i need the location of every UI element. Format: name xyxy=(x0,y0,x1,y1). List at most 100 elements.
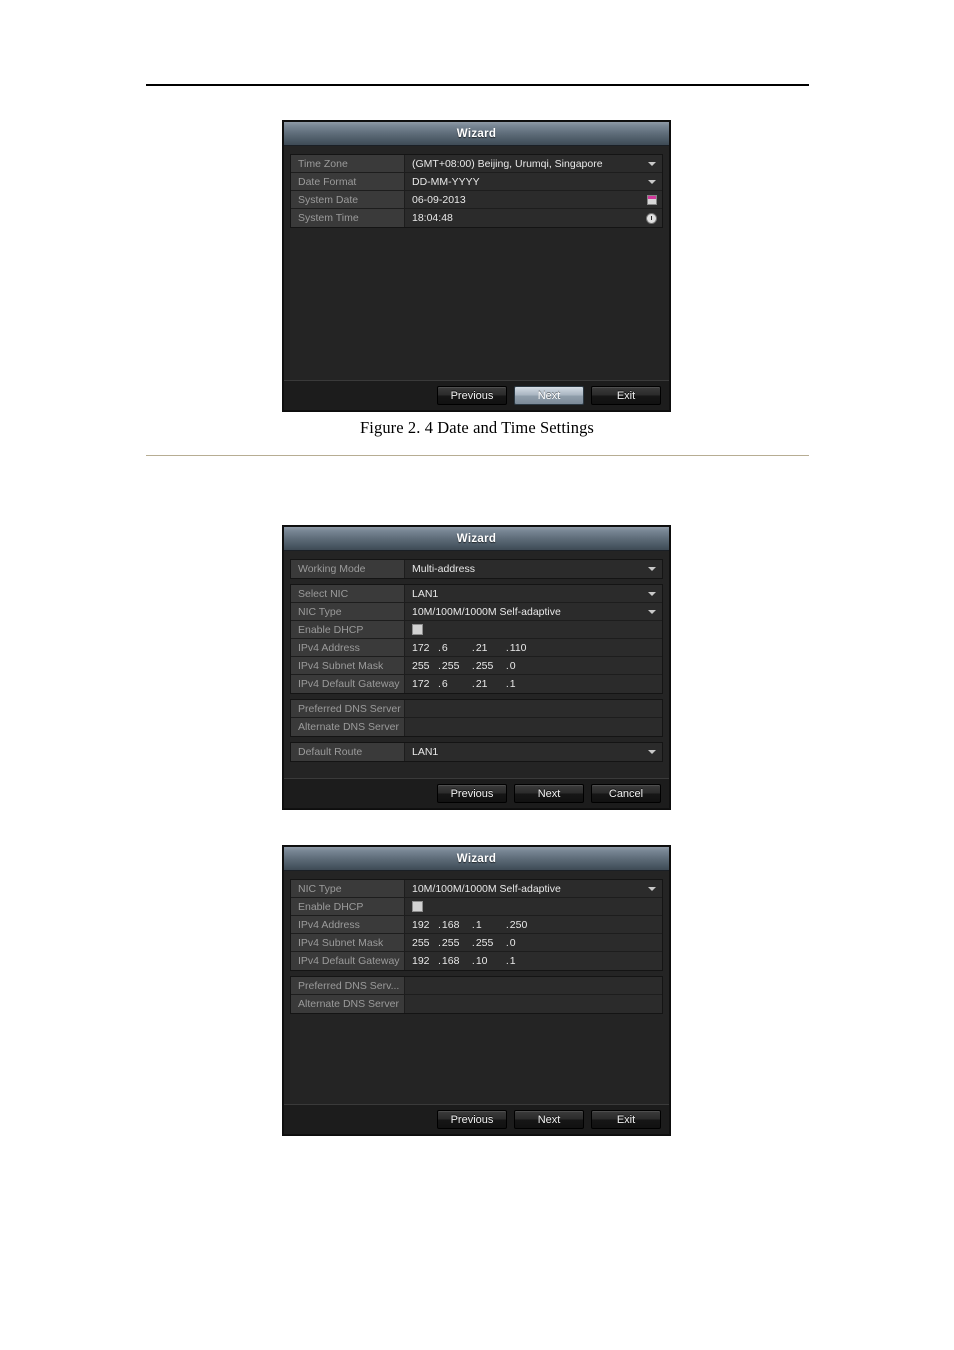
chevron-down-icon[interactable] xyxy=(648,609,656,614)
ip-octet-2[interactable]: 255 xyxy=(442,937,472,949)
field-label: System Date xyxy=(291,191,405,208)
field-value-preferred-dns-server[interactable] xyxy=(405,700,662,717)
next-button[interactable]: Next xyxy=(514,1110,584,1129)
ip-octet-1[interactable]: 172 xyxy=(412,642,438,654)
dialog-button-bar: Previous Next Cancel xyxy=(284,778,669,808)
field-label: IPv4 Default Gateway xyxy=(291,675,405,693)
field-label: Enable DHCP xyxy=(291,621,405,638)
dialog-body: Time Zone (GMT+08:00) Beijing, Urumqi, Si… xyxy=(284,146,669,228)
ip-address-input[interactable]: 255. 255. 255. 0 xyxy=(412,937,540,949)
ip-octet-1[interactable]: 192 xyxy=(412,919,438,931)
field-row-preferred-dns-server: Preferred DNS Server xyxy=(291,700,662,718)
ip-octet-2[interactable]: 255 xyxy=(442,660,472,672)
previous-button[interactable]: Previous xyxy=(437,1110,507,1129)
previous-button[interactable]: Previous xyxy=(437,386,507,405)
dialog-body: Working Mode Multi-address Select NIC LAN1… xyxy=(284,551,669,762)
field-row-time-zone: Time Zone (GMT+08:00) Beijing, Urumqi, Si… xyxy=(291,155,662,173)
ip-octet-3[interactable]: 21 xyxy=(476,642,506,654)
ip-octet-3[interactable]: 21 xyxy=(476,678,506,690)
dialog-title-bar: Wizard xyxy=(284,847,669,871)
header-rule xyxy=(146,84,809,86)
ip-octet-4[interactable]: 250 xyxy=(510,919,540,931)
ip-octet-1[interactable]: 172 xyxy=(412,678,438,690)
ip-octet-3[interactable]: 10 xyxy=(476,955,506,967)
ip-address-input[interactable]: 172. 6. 21. 1 xyxy=(412,678,540,690)
calendar-icon[interactable] xyxy=(647,194,657,205)
chevron-down-icon[interactable] xyxy=(648,161,656,166)
ip-octet-1[interactable]: 192 xyxy=(412,955,438,967)
field-value-alternate-dns-server[interactable] xyxy=(405,718,662,736)
next-button[interactable]: Next xyxy=(514,784,584,803)
ip-octet-4[interactable]: 1 xyxy=(510,955,540,967)
ip-octet-4[interactable]: 1 xyxy=(510,678,540,690)
chevron-down-icon[interactable] xyxy=(648,591,656,596)
dialog-button-bar: Previous Next Exit xyxy=(284,1104,669,1134)
field-label: Alternate DNS Server xyxy=(291,718,405,736)
date-time-field-group: Time Zone (GMT+08:00) Beijing, Urumqi, Si… xyxy=(290,154,663,228)
dialog-button-bar: Previous Next Exit xyxy=(284,380,669,410)
field-row-ipv4-address: IPv4 Address 192. 168. 1. 250 xyxy=(291,916,662,934)
field-label: IPv4 Subnet Mask xyxy=(291,657,405,674)
chevron-down-icon[interactable] xyxy=(648,750,656,754)
field-value-ipv4-address[interactable]: 192. 168. 1. 250 xyxy=(405,916,662,933)
ip-address-input[interactable]: 255. 255. 255. 0 xyxy=(412,660,540,672)
field-value-system-time[interactable]: 18:04:48 xyxy=(405,209,662,227)
field-value-default-route[interactable]: LAN1 xyxy=(405,743,662,761)
wizard-dialog-network-multi: Wizard Working Mode Multi-address Select … xyxy=(283,526,670,809)
field-value-ipv4-default-gateway[interactable]: 192. 168. 10. 1 xyxy=(405,952,662,970)
working-mode-group: Working Mode Multi-address xyxy=(290,559,663,579)
ip-octet-2[interactable]: 6 xyxy=(442,642,472,654)
ip-address-input[interactable]: 172. 6. 21. 110 xyxy=(412,642,540,654)
field-value-nic-type[interactable]: 10M/100M/1000M Self-adaptive xyxy=(405,880,662,897)
checkbox-enable-dhcp[interactable] xyxy=(412,901,423,912)
ip-octet-1[interactable]: 255 xyxy=(412,660,438,672)
field-value-enable-dhcp[interactable] xyxy=(405,621,662,638)
ip-octet-4[interactable]: 0 xyxy=(510,660,540,672)
next-button[interactable]: Next xyxy=(514,386,584,405)
field-row-ipv4-subnet-mask: IPv4 Subnet Mask 255. 255. 255. 0 xyxy=(291,934,662,952)
exit-button[interactable]: Exit xyxy=(591,1110,661,1129)
chevron-down-icon[interactable] xyxy=(648,179,656,184)
field-label: Date Format xyxy=(291,173,405,190)
cancel-button[interactable]: Cancel xyxy=(591,784,661,803)
ip-octet-3[interactable]: 1 xyxy=(476,919,506,931)
field-label: Select NIC xyxy=(291,585,405,602)
field-label: IPv4 Address xyxy=(291,916,405,933)
field-value-time-zone[interactable]: (GMT+08:00) Beijing, Urumqi, Singapore xyxy=(405,155,662,172)
field-row-system-time: System Time 18:04:48 xyxy=(291,209,662,227)
checkbox-enable-dhcp[interactable] xyxy=(412,624,423,635)
field-value-ipv4-subnet-mask[interactable]: 255. 255. 255. 0 xyxy=(405,657,662,674)
ip-octet-2[interactable]: 168 xyxy=(442,919,472,931)
field-row-ipv4-default-gateway: IPv4 Default Gateway 172. 6. 21. 1 xyxy=(291,675,662,693)
exit-button[interactable]: Exit xyxy=(591,386,661,405)
chevron-down-icon[interactable] xyxy=(648,886,656,891)
field-value-alternate-dns-server[interactable] xyxy=(405,995,662,1013)
field-value-select-nic[interactable]: LAN1 xyxy=(405,585,662,602)
field-value-ipv4-default-gateway[interactable]: 172. 6. 21. 1 xyxy=(405,675,662,693)
field-value-ipv4-address[interactable]: 172. 6. 21. 110 xyxy=(405,639,662,656)
field-value-working-mode[interactable]: Multi-address xyxy=(405,560,662,578)
ip-octet-3[interactable]: 255 xyxy=(476,660,506,672)
dialog-title-text: Wizard xyxy=(456,852,497,865)
field-value-enable-dhcp[interactable] xyxy=(405,898,662,915)
field-row-alternate-dns-server: Alternate DNS Server xyxy=(291,995,662,1013)
chevron-down-icon[interactable] xyxy=(648,567,656,571)
ip-address-input[interactable]: 192. 168. 10. 1 xyxy=(412,955,540,967)
previous-button[interactable]: Previous xyxy=(437,784,507,803)
ip-address-input[interactable]: 192. 168. 1. 250 xyxy=(412,919,540,931)
ip-octet-4[interactable]: 110 xyxy=(510,642,540,654)
field-value-date-format[interactable]: DD-MM-YYYY xyxy=(405,173,662,190)
clock-icon[interactable] xyxy=(646,213,657,224)
wizard-dialog-network-single: Wizard NIC Type 10M/100M/1000M Self-adapt… xyxy=(283,846,670,1135)
field-value-nic-type[interactable]: 10M/100M/1000M Self-adaptive xyxy=(405,603,662,620)
ip-octet-1[interactable]: 255 xyxy=(412,937,438,949)
field-value-system-date[interactable]: 06-09-2013 xyxy=(405,191,662,208)
ip-octet-2[interactable]: 6 xyxy=(442,678,472,690)
field-label: NIC Type xyxy=(291,603,405,620)
ip-octet-4[interactable]: 0 xyxy=(510,937,540,949)
field-value-preferred-dns-serv[interactable] xyxy=(405,977,662,994)
field-value-ipv4-subnet-mask[interactable]: 255. 255. 255. 0 xyxy=(405,934,662,951)
ip-octet-2[interactable]: 168 xyxy=(442,955,472,967)
ip-octet-3[interactable]: 255 xyxy=(476,937,506,949)
field-row-select-nic: Select NIC LAN1 xyxy=(291,585,662,603)
